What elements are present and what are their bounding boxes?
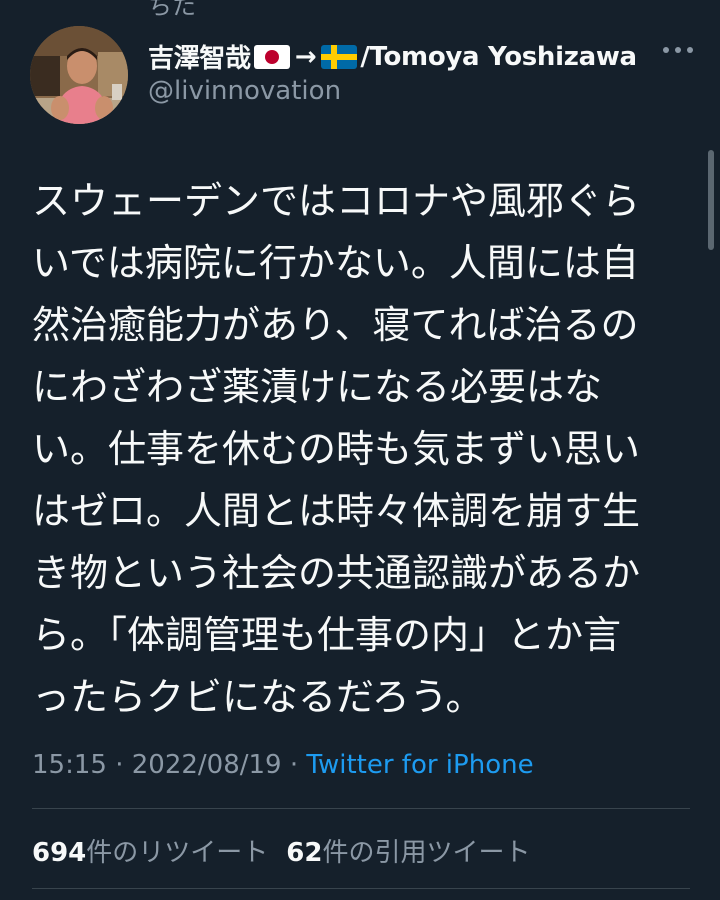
display-name-prefix: 吉澤智哉 — [148, 44, 251, 74]
tweet-text-line: いでは病院に行かない。人間には自 — [32, 241, 639, 285]
meta-separator: · — [281, 750, 307, 780]
retweets-count: 694 — [32, 838, 87, 868]
tweet-stats: 694件のリツイート 62件の引用ツイート — [32, 832, 531, 869]
tweet-text-line: はゼロ。人間とは時々体調を崩す生 — [32, 489, 641, 533]
tweet-detail-screen: ちた 吉澤智哉 → /Tomoya Yoshizawa @livinnovati… — [0, 0, 720, 900]
tweet-text-line: スウェーデンではコロナや風邪ぐら — [32, 179, 641, 223]
avatar-photo — [30, 26, 128, 124]
japan-flag-icon — [253, 44, 290, 69]
previous-content-clipped: ちた — [148, 0, 196, 20]
more-icon[interactable] — [660, 40, 700, 61]
avatar[interactable] — [30, 26, 128, 124]
quotes-stat[interactable]: 62件の引用ツイート — [286, 838, 530, 868]
quotes-label: 件の引用ツイート — [322, 838, 531, 868]
scrollbar[interactable] — [708, 150, 714, 250]
tweet-text-line: き物という社会の共通認識があるか — [32, 551, 641, 595]
tweet-meta: 15:15 · 2022/08/19 · Twitter for iPhone — [32, 750, 534, 780]
retweets-label: 件のリツイート — [86, 838, 269, 868]
tweet-text-line: い。仕事を休むの時も気まずい思い — [32, 427, 641, 471]
divider — [32, 888, 690, 889]
tweet-text-line: ったらクビになるだろう。 — [32, 675, 484, 719]
tweet-time[interactable]: 15:15 — [32, 750, 107, 780]
tweet-text-line: ら。「体調管理も仕事の内」とか言 — [32, 613, 622, 657]
retweets-stat[interactable]: 694件のリツイート — [32, 838, 268, 868]
sweden-flag-icon — [321, 44, 358, 69]
tweet-text-line: にわざわざ薬漬けになる必要はな — [32, 365, 603, 409]
display-name[interactable]: 吉澤智哉 → /Tomoya Yoshizawa — [148, 38, 637, 75]
divider — [32, 808, 690, 809]
tweet-text-line: 然治癒能力があり、寝てれば治るの — [32, 303, 639, 347]
user-handle[interactable]: @livinnovation — [148, 76, 341, 106]
tweet-text: スウェーデンではコロナや風邪ぐら いでは病院に行かない。人間には自 然治癒能力が… — [32, 170, 672, 728]
tweet-source-link[interactable]: Twitter for iPhone — [306, 750, 533, 780]
tweet-date[interactable]: 2022/08/19 — [132, 750, 282, 780]
meta-separator: · — [106, 750, 132, 780]
display-name-suffix: /Tomoya Yoshizawa — [360, 41, 637, 72]
arrow-glyph: → — [294, 41, 317, 72]
quotes-count: 62 — [286, 838, 323, 868]
